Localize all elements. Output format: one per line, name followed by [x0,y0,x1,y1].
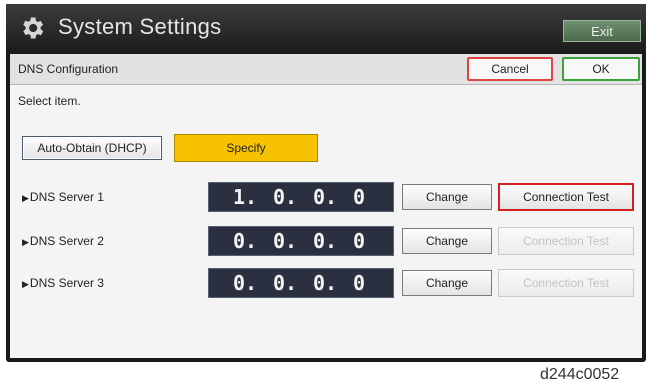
specify-button[interactable]: Specify [174,134,318,162]
dns-server-2-label: ▶DNS Server 2 [22,234,104,248]
figure-caption: d244c0052 [540,366,620,383]
ip-octet-2: 0. [273,229,298,253]
dns-server-1-address: 1. 0. 0. 0 [208,182,394,212]
triangle-right-icon: ▶ [22,237,29,247]
dns-server-2-connection-test-button: Connection Test [498,227,634,255]
dns-server-1-label: ▶DNS Server 1 [22,190,104,204]
ip-octet-3: 0. [313,185,338,209]
triangle-right-icon: ▶ [22,193,29,203]
ip-octet-3: 0. [313,229,338,253]
triangle-right-icon: ▶ [22,279,29,289]
dns-server-3-label: ▶DNS Server 3 [22,276,104,290]
panel-header: DNS Configuration Cancel OK [10,54,642,85]
exit-button[interactable]: Exit [563,20,641,42]
dns-server-1-connection-test-button[interactable]: Connection Test [498,183,634,211]
dns-server-3-connection-test-button: Connection Test [498,269,634,297]
ip-octet-1: 0. [233,229,258,253]
instruction-text: Select item. [18,94,81,108]
ip-octet-1: 1. [233,185,258,209]
ip-octet-2: 0. [273,271,298,295]
ip-octet-1: 0. [233,271,258,295]
dns-server-3-address: 0. 0. 0. 0 [208,268,394,298]
auto-obtain-dhcp-button[interactable]: Auto-Obtain (DHCP) [22,136,162,160]
device-screen: System Settings Exit DNS Configuration C… [6,4,646,362]
dns-configuration-panel: DNS Configuration Cancel OK Select item.… [10,54,642,358]
dns-server-1-change-button[interactable]: Change [402,184,492,210]
dns-server-2-address: 0. 0. 0. 0 [208,226,394,256]
ip-octet-4: 0 [353,271,366,295]
dns-server-3-change-button[interactable]: Change [402,270,492,296]
ip-octet-4: 0 [353,185,366,209]
ok-button[interactable]: OK [562,57,640,81]
dns-server-2-change-button[interactable]: Change [402,228,492,254]
title-bar: System Settings Exit [6,4,646,52]
app-title: System Settings [58,14,222,39]
ip-octet-2: 0. [273,185,298,209]
cancel-button[interactable]: Cancel [467,57,553,81]
ip-octet-3: 0. [313,271,338,295]
gear-icon [18,14,46,42]
page-title: DNS Configuration [18,62,119,76]
ip-octet-4: 0 [353,229,366,253]
